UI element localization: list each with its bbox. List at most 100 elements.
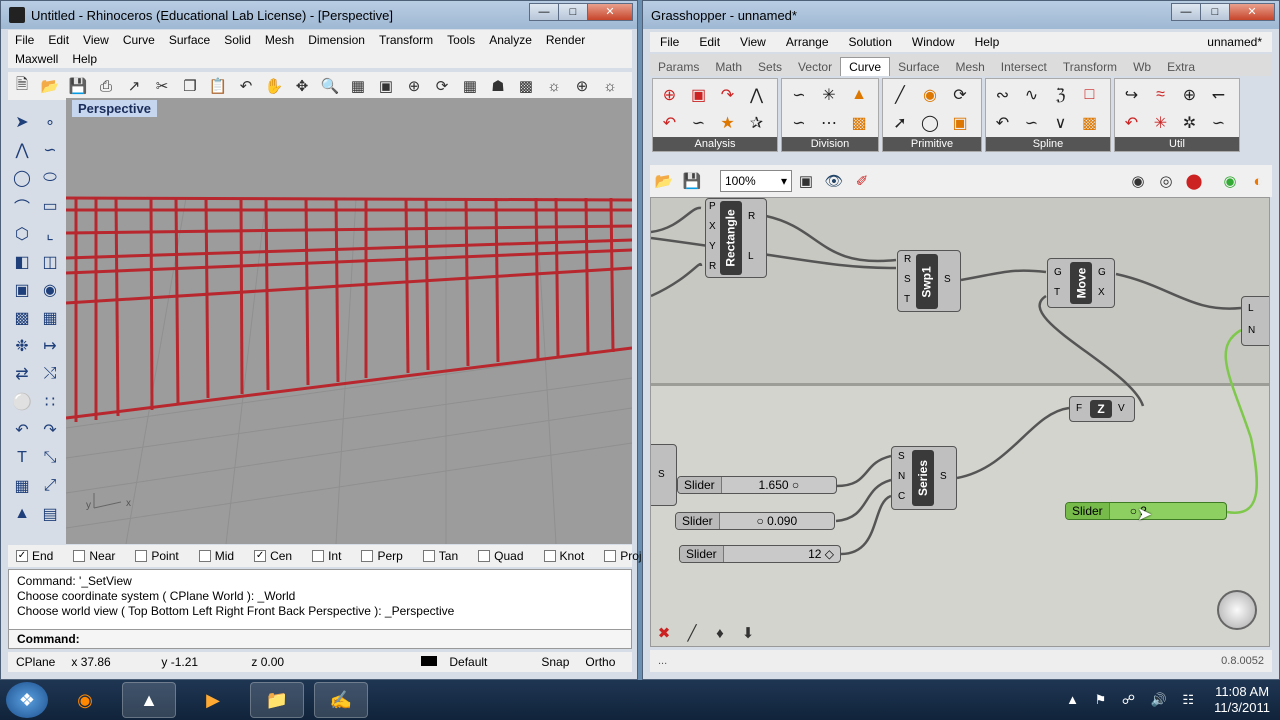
open-icon[interactable]: 📂: [38, 74, 62, 98]
cylinder-icon[interactable]: ▩: [8, 304, 36, 332]
slider-value[interactable]: ○ 0.090: [720, 514, 834, 528]
circle-icon[interactable]: ◯: [8, 164, 36, 192]
osnap-checkbox[interactable]: [543, 550, 556, 562]
input-port[interactable]: C: [898, 491, 905, 502]
rhino-taskbar-icon[interactable]: ▲: [122, 682, 176, 718]
osnap-cen[interactable]: ✓ Cen: [246, 549, 292, 563]
menu-dimension[interactable]: Dimension: [301, 31, 372, 49]
explode-icon[interactable]: ↷: [36, 416, 64, 444]
util-tool-icon[interactable]: ↶: [1117, 109, 1146, 137]
input-port[interactable]: R: [904, 254, 911, 265]
palette-label[interactable]: Analysis: [653, 137, 777, 151]
slider-value[interactable]: 12 ◇: [724, 547, 840, 561]
output-port[interactable]: V: [1118, 403, 1125, 414]
menu-curve[interactable]: Curve: [116, 31, 162, 49]
spline-tool-icon[interactable]: ∿: [1017, 81, 1046, 109]
lightbulb-icon[interactable]: ☼: [598, 74, 622, 98]
select-arrow-icon[interactable]: ➤: [8, 108, 36, 136]
input-port[interactable]: N: [898, 471, 905, 482]
gh-menu-file[interactable]: File: [650, 35, 689, 49]
undo-icon[interactable]: ↶: [234, 74, 258, 98]
save-icon[interactable]: 💾: [66, 74, 90, 98]
osnap-perp[interactable]: Perp: [353, 549, 403, 563]
osnap-checkbox[interactable]: ✓: [16, 550, 28, 562]
tab-mesh[interactable]: Mesh: [947, 58, 992, 76]
input-port[interactable]: G: [1054, 267, 1062, 278]
osnap-checkbox[interactable]: [361, 550, 374, 562]
undo-view-icon[interactable]: ⟳: [430, 74, 454, 98]
notepad-taskbar-icon[interactable]: ✍: [314, 682, 368, 718]
menu-view[interactable]: View: [76, 31, 116, 49]
maximize-button[interactable]: □: [558, 3, 588, 21]
osnap-end[interactable]: ✓ End: [8, 549, 53, 563]
osnap-int[interactable]: Int: [304, 549, 341, 563]
cluster-icon[interactable]: ♦: [708, 621, 732, 645]
render-icon[interactable]: ☼: [542, 74, 566, 98]
input-port[interactable]: F: [1076, 403, 1082, 414]
division-tool-icon[interactable]: ▲: [844, 81, 874, 109]
menu-maxwell[interactable]: Maxwell: [8, 50, 65, 68]
tab-curve[interactable]: Curve: [840, 57, 891, 76]
primitive-tool-icon[interactable]: ◉: [915, 81, 945, 109]
gh-menu-arrange[interactable]: Arrange: [776, 35, 839, 49]
rectangle-component[interactable]: Rectangle P X Y R R L: [705, 198, 767, 278]
analysis-tool-icon[interactable]: ↶: [655, 109, 684, 137]
boolean-icon[interactable]: ❉: [8, 332, 36, 360]
preview-wire-icon[interactable]: ◉: [1126, 169, 1150, 193]
polyline-icon[interactable]: ⋀: [8, 136, 36, 164]
zoom-dropdown[interactable]: 100% ▾: [720, 170, 792, 192]
bake-icon[interactable]: ◉: [1218, 169, 1242, 193]
spline-tool-icon[interactable]: ∨: [1046, 109, 1075, 137]
tab-math[interactable]: Math: [707, 58, 750, 76]
menu-mesh[interactable]: Mesh: [258, 31, 301, 49]
ellipse-icon[interactable]: ⬭: [36, 164, 64, 192]
new-icon[interactable]: 🗎: [10, 74, 34, 98]
status-ortho[interactable]: Ortho: [577, 655, 623, 669]
copy-icon[interactable]: ❐: [178, 74, 202, 98]
gh-menu-view[interactable]: View: [730, 35, 776, 49]
menu-help[interactable]: Help: [65, 50, 104, 68]
spline-tool-icon[interactable]: □: [1075, 81, 1104, 109]
menu-edit[interactable]: Edit: [41, 31, 76, 49]
minimize-button[interactable]: —: [529, 3, 559, 21]
rectangle-tool-icon[interactable]: ▣: [945, 109, 975, 137]
util-tool-icon[interactable]: ≈: [1146, 81, 1175, 109]
gh-titlebar[interactable]: Grasshopper - unnamed* — □ ✕: [643, 1, 1279, 29]
analysis-tool-icon[interactable]: ↷: [713, 81, 742, 109]
tab-wb[interactable]: Wb: [1125, 58, 1159, 76]
perspective-viewport[interactable]: Perspective y x: [66, 98, 632, 544]
util-tool-icon[interactable]: ↪: [1117, 81, 1146, 109]
menu-file[interactable]: File: [8, 31, 41, 49]
array-icon[interactable]: ▦: [8, 472, 36, 500]
util-tool-icon[interactable]: ✲: [1175, 109, 1204, 137]
division-tool-icon[interactable]: ∽: [784, 81, 814, 109]
gh-menu-help[interactable]: Help: [965, 35, 1010, 49]
gh-maximize-button[interactable]: □: [1200, 3, 1230, 21]
series-component[interactable]: Series S N C S: [891, 446, 957, 510]
spline-tool-icon[interactable]: ↶: [988, 109, 1017, 137]
status-layer[interactable]: Default: [413, 655, 533, 669]
export-icon[interactable]: ↗: [122, 74, 146, 98]
menu-surface[interactable]: Surface: [162, 31, 217, 49]
zoom-window-icon[interactable]: ▦: [346, 74, 370, 98]
delete-wires-icon[interactable]: ✖: [652, 621, 676, 645]
dimension-icon[interactable]: ↦: [36, 332, 64, 360]
primitive-tool-icon[interactable]: ⟳: [945, 81, 975, 109]
analysis-tool-icon[interactable]: ⊕: [655, 81, 684, 109]
menu-solid[interactable]: Solid: [217, 31, 258, 49]
util-tool-icon[interactable]: ✳: [1146, 109, 1175, 137]
preview-eye-icon[interactable]: 👁: [822, 169, 846, 193]
paste-icon[interactable]: 📋: [206, 74, 230, 98]
menu-analyze[interactable]: Analyze: [482, 31, 539, 49]
gh-close-button[interactable]: ✕: [1229, 3, 1275, 21]
input-port[interactable]: Y: [709, 241, 716, 252]
open-file-icon[interactable]: 📂: [652, 169, 676, 193]
lock-icon[interactable]: ⚪: [8, 388, 36, 416]
number-slider[interactable]: Slider 1.650 ○: [677, 476, 837, 494]
rhino-titlebar[interactable]: Untitled - Rhinoceros (Educational Lab L…: [1, 1, 637, 29]
viewport-title[interactable]: Perspective: [72, 100, 157, 117]
output-port[interactable]: X: [1098, 287, 1105, 298]
preview-selected-icon[interactable]: ⬤: [1182, 169, 1206, 193]
osnap-near[interactable]: Near: [65, 549, 115, 563]
tab-vector[interactable]: Vector: [790, 58, 840, 76]
